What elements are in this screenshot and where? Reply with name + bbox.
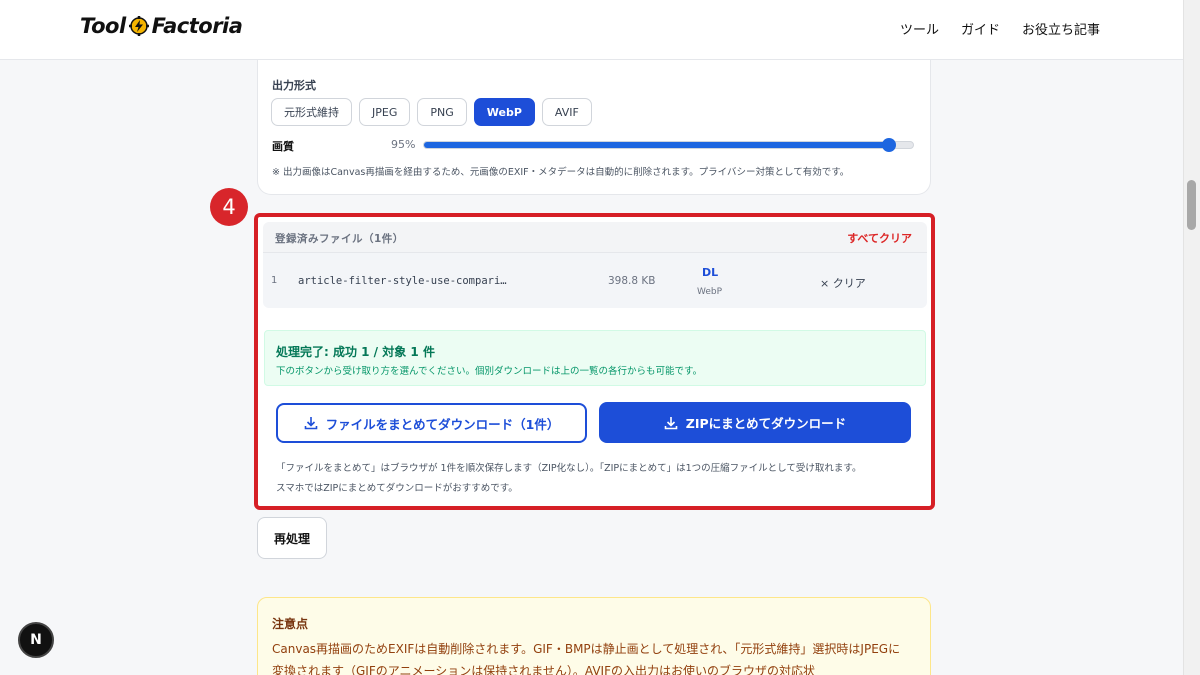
logo-text-right: Factoria <box>151 14 243 38</box>
scrollbar[interactable] <box>1183 0 1200 675</box>
download-files-button[interactable]: ファイルをまとめてダウンロード（1件） <box>276 403 587 443</box>
nav-item-tools[interactable]: ツール <box>900 19 939 38</box>
scrollbar-thumb[interactable] <box>1187 180 1196 230</box>
logo-text-left: Tool <box>80 14 126 38</box>
file-download-link[interactable]: DL <box>702 266 718 279</box>
format-option-webp[interactable]: WebP <box>473 98 535 126</box>
file-size: 398.8 KB <box>608 275 656 287</box>
quality-slider[interactable] <box>423 138 914 152</box>
reprocess-button[interactable]: 再処理 <box>257 517 327 559</box>
quality-value: 95% <box>391 138 416 151</box>
clear-all-button[interactable]: すべてクリア <box>847 230 912 246</box>
site-header: Tool Factoria ツール ガイド お役立ち記事 <box>0 0 1183 60</box>
format-option-jpeg[interactable]: JPEG <box>359 98 411 126</box>
caution-title: 注意点 <box>272 617 309 631</box>
result-subtitle: 下のボタンから受け取り方を選んでください。個別ダウンロードは上の一覧の各行からも… <box>276 366 703 377</box>
gear-bolt-icon <box>128 15 150 37</box>
output-format-label: 出力形式 <box>272 79 316 92</box>
format-option-original[interactable]: 元形式維持 <box>271 98 352 126</box>
quality-slider-fill <box>424 142 889 148</box>
dev-tools-badge[interactable]: N <box>18 622 54 658</box>
download-hint: 「ファイルをまとめて」はブラウザが 1件を順次保存します（ZIP化なし）。「ZI… <box>276 463 862 474</box>
download-zip-label: ZIPにまとめてダウンロード <box>685 416 847 431</box>
quality-slider-handle[interactable] <box>881 138 896 152</box>
file-index: 1 <box>271 275 278 286</box>
result-title: 処理完了: 成功 1 / 対象 1 件 <box>276 345 435 359</box>
main-nav: ツール ガイド お役立ち記事 <box>900 19 1100 38</box>
download-zip-button[interactable]: ZIPにまとめてダウンロード <box>599 402 911 443</box>
format-selector: 元形式維持 JPEG PNG WebP AVIF <box>271 98 592 126</box>
caution-text: Canvas再描画のためEXIFは自動削除されます。GIF・BMPは静止画として… <box>272 642 901 675</box>
privacy-note: ※ 出力画像はCanvas再描画を経由するため、元画像のEXIF・メタデータは自… <box>272 167 850 178</box>
quality-label: 画質 <box>272 140 294 153</box>
download-icon <box>304 416 318 430</box>
file-name: article-filter-style-use-compari… <box>298 275 507 287</box>
nav-item-guide[interactable]: ガイド <box>961 19 1000 38</box>
step-marker: 4 <box>210 188 248 226</box>
format-option-png[interactable]: PNG <box>417 98 467 126</box>
nav-item-articles[interactable]: お役立ち記事 <box>1022 19 1100 38</box>
file-clear-button[interactable]: × クリア <box>820 275 866 291</box>
download-files-label: ファイルをまとめてダウンロード（1件） <box>325 416 560 432</box>
site-logo[interactable]: Tool Factoria <box>80 14 243 38</box>
files-title: 登録済みファイル（1件） <box>275 233 404 245</box>
mobile-hint: スマホではZIPにまとめてダウンロードがおすすめです。 <box>276 483 518 494</box>
file-format: WebP <box>697 287 723 297</box>
download-icon <box>664 416 678 430</box>
format-option-avif[interactable]: AVIF <box>541 98 592 126</box>
